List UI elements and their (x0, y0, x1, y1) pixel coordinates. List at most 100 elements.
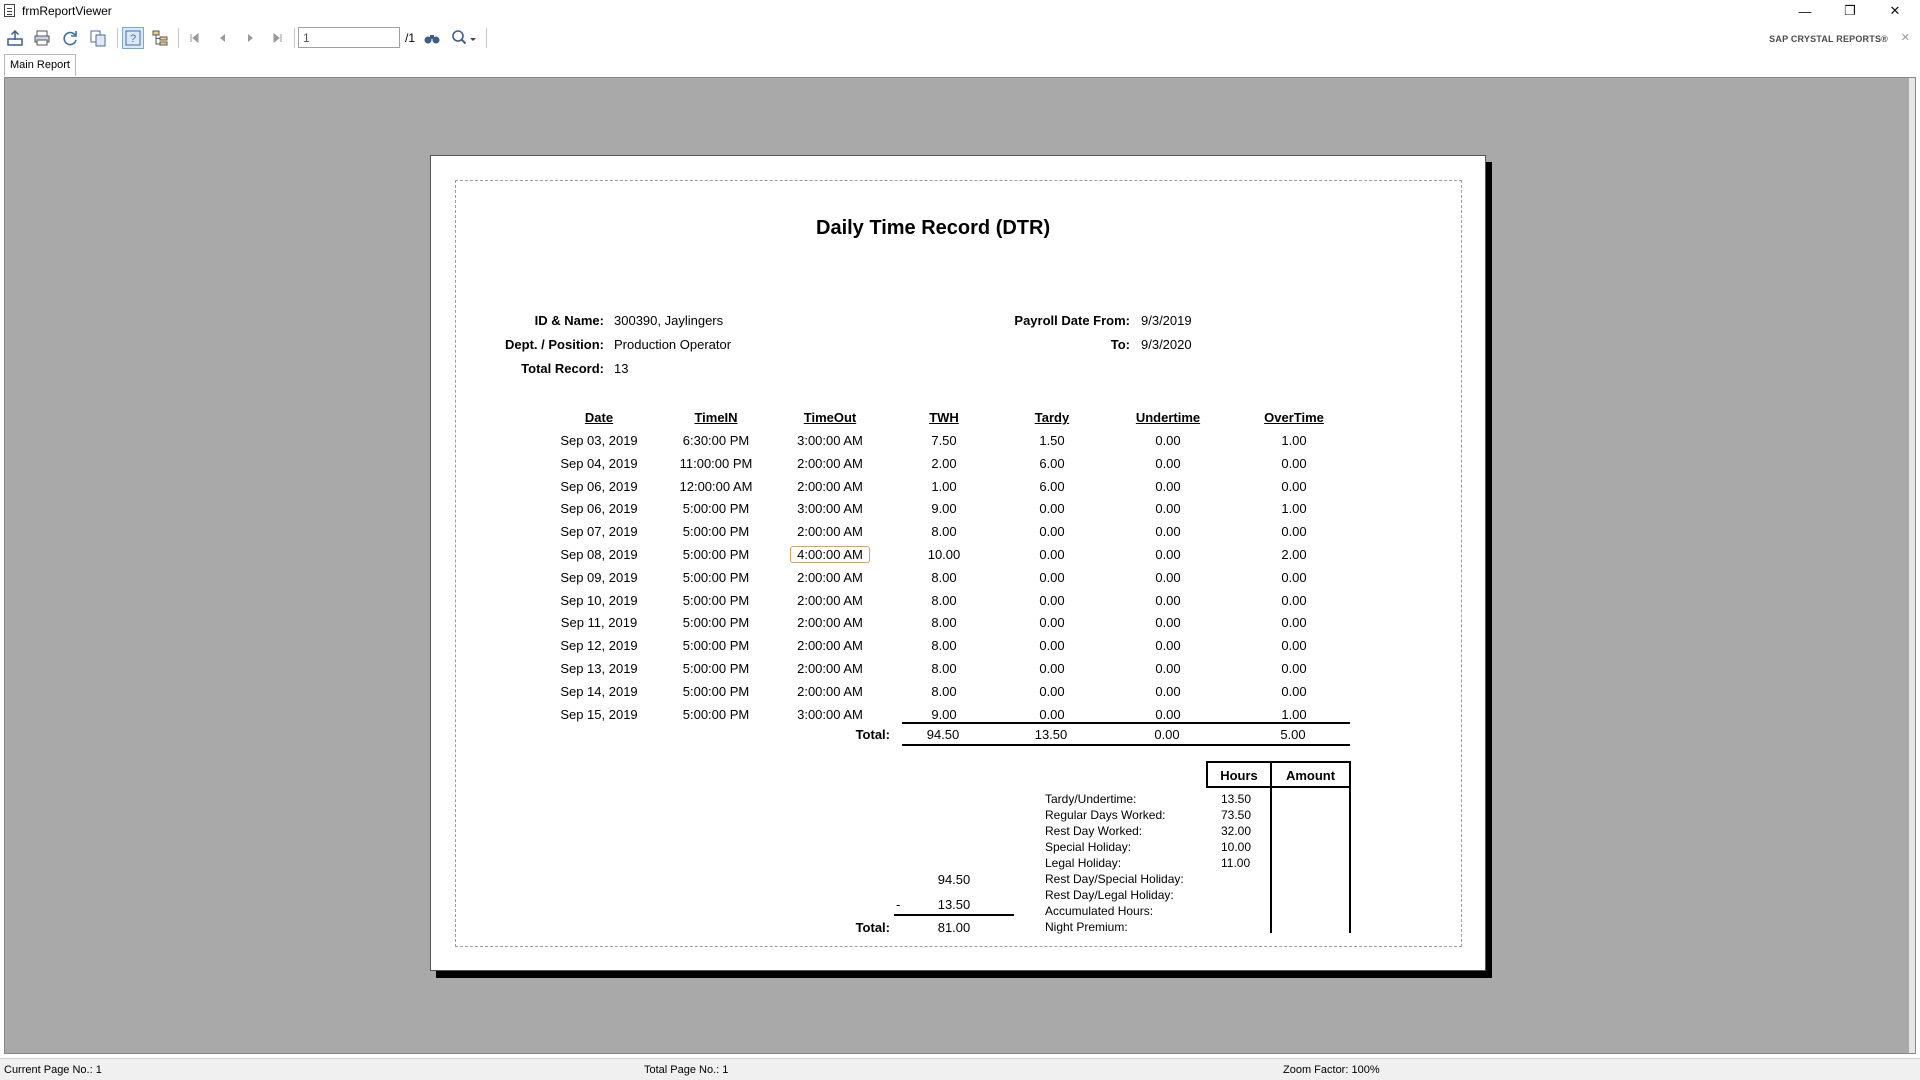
total-undertime: 0.00 (1154, 727, 1180, 742)
summary-item-hours: 10.00 (1221, 840, 1252, 854)
find-icon[interactable] (421, 27, 443, 49)
tab-main-report[interactable]: Main Report (4, 54, 76, 76)
export-icon[interactable] (4, 27, 26, 49)
cell-date: Sep 13, 2019 (560, 661, 638, 676)
summary-amount-header: Amount (1285, 768, 1336, 783)
cell-timeout: 2:00:00 AM (797, 615, 863, 631)
total-twh: 94.50 (926, 727, 960, 742)
refresh-icon[interactable] (59, 27, 81, 49)
calc-minus-sign: - (896, 897, 901, 912)
report-title: Daily Time Record (DTR) (816, 217, 1051, 239)
print-icon[interactable] (31, 27, 53, 49)
last-page-icon[interactable] (267, 27, 289, 49)
summary-right-rule (1349, 761, 1351, 933)
restore-button[interactable]: ❐ (1827, 0, 1873, 22)
copy-icon[interactable] (87, 27, 109, 49)
dept-position-label: Dept. / Position: (505, 337, 604, 352)
cell-overtime: 1.00 (1281, 433, 1307, 448)
vertical-scrollbar[interactable] (1909, 78, 1915, 1053)
cell-timeout: 2:00:00 AM (797, 478, 863, 494)
cell-date: Sep 14, 2019 (560, 683, 638, 699)
cell-tardy: 0.00 (1039, 547, 1065, 562)
cell-timein: 5:00:00 PM (682, 524, 750, 540)
payroll-from-value: 9/3/2019 (1141, 313, 1192, 328)
totals-top-rule (902, 722, 1350, 724)
cell-date: Sep 06, 2019 (560, 501, 638, 517)
page-total-label: /1 (405, 31, 416, 45)
cell-overtime: 0.00 (1281, 524, 1307, 540)
minimize-button[interactable]: — (1782, 0, 1828, 22)
cell-date: Sep 12, 2019 (560, 638, 638, 654)
cell-undertime: 0.00 (1155, 706, 1181, 722)
total-record-label: Total Record: (521, 361, 604, 376)
cell-tardy: 6.00 (1039, 455, 1065, 471)
zoom-factor-status: Zoom Factor: 100% (1283, 1064, 1380, 1076)
cell-undertime: 0.00 (1155, 501, 1181, 517)
cell-twh: 1.00 (931, 478, 957, 494)
sap-crystal-reports-logo: SAP CRYSTAL REPORTS® (1769, 34, 1888, 44)
next-page-icon[interactable] (239, 27, 261, 49)
column-header-date: Date (584, 410, 614, 425)
current-page-status: Current Page No.: 1 (4, 1064, 102, 1076)
page-number-input[interactable] (298, 27, 400, 48)
cell-overtime: 0.00 (1281, 592, 1307, 608)
close-button[interactable]: ✕ (1872, 0, 1918, 22)
cell-twh: 2.00 (931, 455, 957, 471)
cell-overtime: 0.00 (1281, 661, 1307, 676)
cell-timein: 12:00:00 AM (679, 478, 753, 494)
total-tardy: 13.50 (1034, 727, 1068, 742)
cell-timeout: 2:00:00 AM (797, 683, 863, 699)
cell-undertime: 0.00 (1155, 615, 1181, 631)
summary-top-rule (1206, 761, 1351, 763)
cell-undertime: 0.00 (1155, 638, 1181, 654)
cell-twh: 8.00 (931, 615, 957, 631)
cell-tardy: 0.00 (1039, 661, 1065, 676)
column-header-timeout: TimeOut (803, 410, 857, 425)
summary-item-hours: 11.00 (1221, 856, 1251, 870)
cell-twh: 8.00 (931, 683, 957, 699)
title-bar: frmReportViewer — ❐ ✕ (0, 0, 1920, 22)
cell-overtime: 0.00 (1281, 569, 1307, 585)
calc-total: 81.00 (937, 920, 971, 935)
help-icon[interactable]: ? (122, 27, 144, 49)
cell-date: Sep 04, 2019 (560, 455, 638, 471)
cell-date: Sep 06, 2019 (560, 478, 638, 494)
first-page-icon[interactable] (183, 27, 205, 49)
zoom-icon[interactable] (449, 27, 481, 49)
id-name-value: 300390, Jaylingers (614, 313, 724, 328)
cell-undertime: 0.00 (1155, 524, 1181, 540)
cell-undertime: 0.00 (1155, 433, 1181, 448)
summary-item-hours: 73.50 (1221, 808, 1252, 822)
cell-overtime: 2.00 (1281, 547, 1307, 562)
cell-undertime: 0.00 (1155, 478, 1181, 494)
summary-hours-header: Hours (1220, 768, 1258, 783)
toolbar-separator (178, 28, 179, 48)
cell-overtime: 1.00 (1281, 501, 1307, 517)
cell-timein: 5:00:00 PM (682, 706, 750, 722)
cell-twh: 8.00 (931, 569, 957, 585)
group-tree-icon[interactable] (149, 27, 171, 49)
summary-middle-rule (1270, 761, 1272, 933)
cell-timein: 5:00:00 PM (682, 547, 750, 562)
close-icon[interactable]: ✕ (1901, 31, 1910, 44)
cell-overtime: 0.00 (1281, 638, 1307, 654)
cell-tardy: 0.00 (1039, 501, 1065, 517)
totals-bottom-rule (902, 744, 1350, 746)
cell-overtime: 0.00 (1281, 683, 1307, 699)
cell-twh: 8.00 (931, 592, 957, 608)
summary-header-rule (1206, 786, 1351, 788)
summary-item-hours: 32.00 (1221, 824, 1252, 838)
summary-item-hours: 13.50 (1221, 792, 1252, 806)
summary-item-label: Accumulated Hours: (1045, 904, 1154, 918)
id-name-label: ID & Name: (534, 313, 604, 328)
summary-item-label: Rest Day/Legal Holiday: (1045, 888, 1174, 902)
column-header-undertime: Undertime (1135, 410, 1201, 425)
cell-twh: 9.00 (931, 501, 957, 517)
cell-undertime: 0.00 (1155, 683, 1181, 699)
payroll-from-label: Payroll Date From: (1014, 313, 1130, 328)
cell-timeout: 3:00:00 AM (797, 501, 863, 517)
cell-timein: 5:00:00 PM (682, 615, 750, 631)
cell-date: Sep 03, 2019 (560, 433, 638, 448)
cell-tardy: 0.00 (1039, 569, 1065, 585)
previous-page-icon[interactable] (211, 27, 233, 49)
